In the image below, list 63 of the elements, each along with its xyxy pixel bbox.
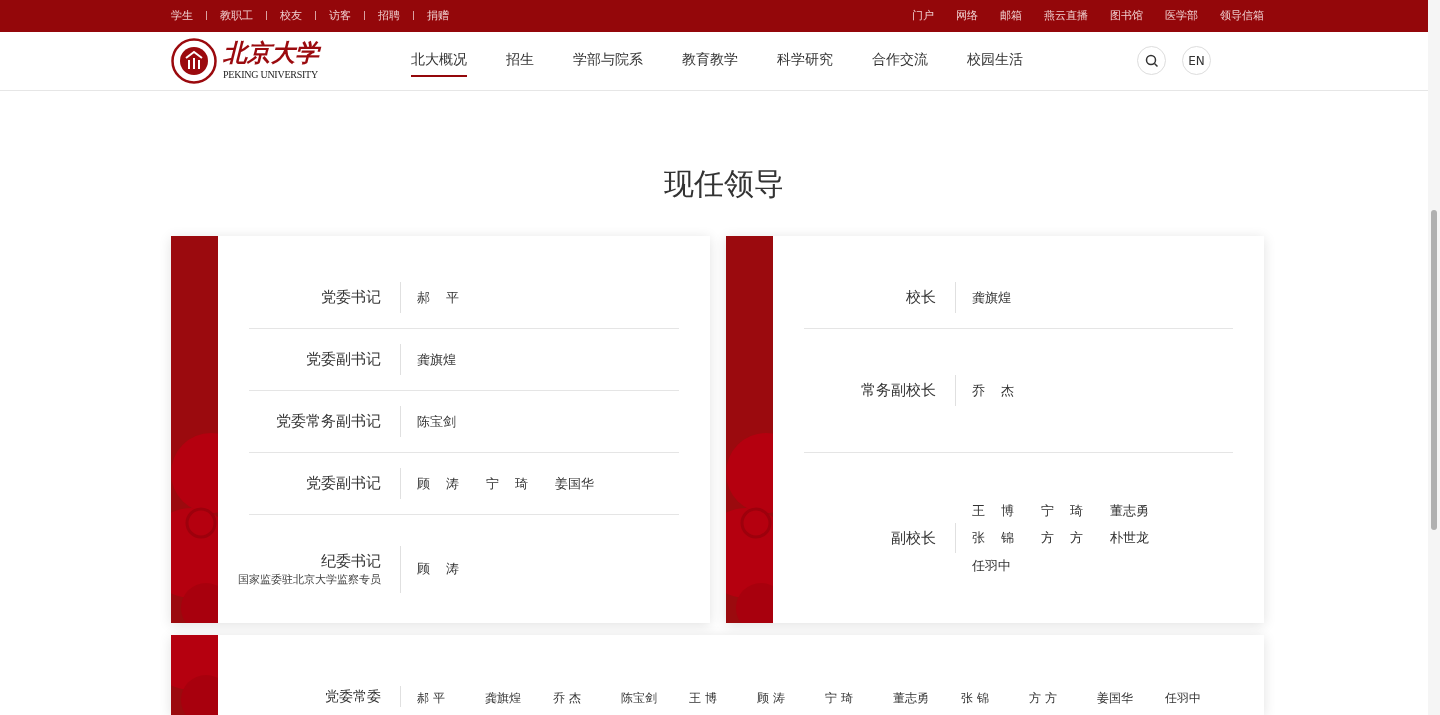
position-title: 纪委书记	[321, 550, 381, 572]
leader-name: 陈宝剑	[621, 690, 658, 707]
top-link[interactable]: 门户	[912, 7, 934, 24]
leader-name: 王 博	[689, 690, 718, 707]
leader-name: 龚旗煌	[417, 350, 457, 369]
position-title: 党委副书记	[306, 473, 381, 495]
leader-name: 顾 涛	[417, 560, 461, 579]
leader-name: 龚旗煌	[971, 288, 1012, 307]
leader-name: 张 锦	[961, 690, 990, 707]
leader-name: 顾 涛	[757, 690, 786, 707]
nav-tab[interactable]: 科学研究	[777, 44, 833, 78]
position-title: 党委常务副书记	[276, 411, 381, 433]
position-title: 党委常委	[325, 687, 381, 706]
page-title: 现任领导	[663, 165, 784, 203]
top-link[interactable]: 图书馆	[1110, 7, 1143, 24]
search-icon	[1144, 53, 1159, 68]
top-link[interactable]: 招聘	[378, 7, 400, 24]
nav-tab[interactable]: 北大概况	[411, 44, 467, 78]
top-link[interactable]: 网络	[956, 7, 978, 24]
leader-name: 朴世龙	[1109, 529, 1150, 548]
leader-name: 宁 琦	[825, 690, 854, 707]
leader-name: 方 方	[1029, 690, 1058, 707]
scrollbar-thumb[interactable]	[1431, 210, 1437, 530]
top-link[interactable]: 学生	[171, 7, 193, 24]
leader-name: 董志勇	[893, 690, 930, 707]
top-link[interactable]: 教职工	[220, 7, 253, 24]
leader-name: 乔 杰	[971, 381, 1015, 400]
nav-tab[interactable]: 教育教学	[682, 44, 738, 78]
position-title: 副校长	[890, 527, 936, 549]
logo-english-name: PEKING UNIVERSITY	[223, 68, 319, 83]
nav-tab[interactable]: 合作交流	[872, 44, 928, 78]
leader-name: 乔 杰	[553, 690, 582, 707]
top-link[interactable]: 医学部	[1165, 7, 1198, 24]
position-title: 校长	[905, 287, 936, 309]
leader-name: 任羽中	[1165, 690, 1202, 707]
university-seal-icon	[171, 37, 217, 84]
nav-tab[interactable]: 学部与院系	[573, 44, 643, 78]
leader-name: 董志勇	[1109, 501, 1150, 520]
leader-name: 姜国华	[555, 474, 595, 493]
top-link[interactable]: 校友	[280, 7, 302, 24]
nav-tab[interactable]: 校园生活	[967, 44, 1023, 78]
leader-name: 陈宝剑	[417, 412, 457, 431]
leader-name: 王 博	[971, 501, 1015, 520]
leader-name: 任羽中	[971, 556, 1012, 575]
leader-name: 郝 平	[417, 690, 446, 707]
leader-name: 宁 琦	[1040, 501, 1084, 520]
leader-name: 龚旗煌	[485, 690, 522, 707]
leader-name: 姜国华	[1097, 690, 1134, 707]
leader-name: 方 方	[1040, 529, 1084, 548]
position-title: 党委书记	[321, 287, 381, 309]
position-title: 党委副书记	[306, 349, 381, 371]
position-title: 常务副校长	[860, 380, 936, 402]
leader-name: 郝 平	[417, 288, 461, 307]
leader-name: 顾 涛	[417, 474, 461, 493]
top-link[interactable]: 领导信箱	[1220, 7, 1264, 24]
top-link[interactable]: 访客	[329, 7, 351, 24]
leader-name: 宁 琦	[486, 474, 530, 493]
top-link[interactable]: 邮箱	[1000, 7, 1022, 24]
position-subtitle: 国家监委驻北京大学监察专员	[238, 572, 381, 588]
leader-name: 张 锦	[971, 529, 1015, 548]
top-link[interactable]: 捐赠	[427, 7, 449, 24]
nav-tab[interactable]: 招生	[506, 44, 534, 78]
top-link[interactable]: 燕云直播	[1044, 7, 1088, 24]
